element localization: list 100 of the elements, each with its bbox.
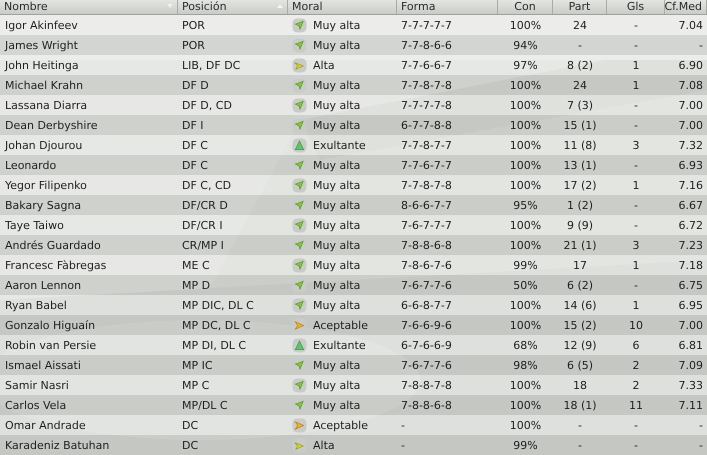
table-cell: 1 bbox=[632, 58, 640, 72]
table-row[interactable]: John Heitinga LIB, DF DC Alta 7-7-6-6-7 97% 8 (2) 1 6.90 bbox=[0, 55, 707, 75]
table-row[interactable]: Ryan Babel MP DIC, DL C Muy alta 6-6-8-7-7 100% 14 (6) 1 6.95 bbox=[0, 295, 707, 315]
table-row[interactable]: James Wright POR Muy alta 7-7-8-6-6 94% - - - bbox=[0, 35, 707, 55]
table-cell: 17 bbox=[573, 258, 587, 272]
table-cell: 24 bbox=[573, 18, 587, 32]
table-cell: 7-6-7-7-6 bbox=[401, 278, 452, 292]
table-cell: 7 (3) bbox=[566, 98, 594, 112]
table-cell: 100% bbox=[510, 318, 542, 332]
table-cell: 15 (1) bbox=[563, 118, 597, 132]
table-cell: 2 bbox=[632, 378, 640, 392]
table-cell: 6.81 bbox=[678, 338, 703, 352]
column-header[interactable]: Cf.Med bbox=[665, 0, 707, 14]
table-cell: Muy alta bbox=[313, 98, 360, 112]
table-cell: Ismael Aissati bbox=[5, 358, 81, 372]
table-cell: 7.00 bbox=[678, 318, 703, 332]
column-header[interactable]: Nombre bbox=[0, 0, 178, 14]
table-row[interactable]: Igor Akinfeev POR Muy alta 7-7-7-7-7 100% 24 - 7.04 bbox=[0, 15, 707, 35]
table-cell: 100% bbox=[510, 118, 542, 132]
table-cell: DF D bbox=[182, 78, 209, 92]
table-cell: Muy alta bbox=[313, 118, 360, 132]
table-row[interactable]: Francesc Fàbregas ME C Muy alta 7-8-6-7-6 99% 17 1 7.18 bbox=[0, 255, 707, 275]
table-cell: 6 bbox=[632, 338, 640, 352]
table-cell: 7-7-7-7-7 bbox=[401, 18, 452, 32]
table-cell: Muy alta bbox=[313, 238, 360, 252]
table-cell: - bbox=[634, 218, 638, 232]
table-cell: MP DI, DL C bbox=[182, 338, 246, 352]
table-cell: Muy alta bbox=[313, 18, 360, 32]
table-cell: 7-7-8-7-8 bbox=[401, 78, 452, 92]
column-header[interactable]: Part bbox=[553, 0, 607, 14]
table-cell: 6.67 bbox=[678, 198, 703, 212]
table-cell: Gonzalo Higuaín bbox=[5, 318, 96, 332]
table-cell: Johan Djourou bbox=[5, 138, 82, 152]
table-cell: 1 bbox=[632, 258, 640, 272]
table-row[interactable]: Samir Nasri MP C Muy alta 7-8-8-7-8 100% 18 2 7.33 bbox=[0, 375, 707, 395]
table-cell: 15 (2) bbox=[563, 318, 597, 332]
table-row[interactable]: Taye Taiwo DF/CR I Muy alta 7-6-7-7-7 100% 9 (9) - 6.72 bbox=[0, 215, 707, 235]
table-cell: 7.08 bbox=[678, 78, 703, 92]
table-cell: Andrés Guardado bbox=[5, 238, 101, 252]
table-cell: 6 (5) bbox=[566, 358, 594, 372]
table-cell: 100% bbox=[510, 238, 542, 252]
table-row[interactable]: Lassana Diarra DF D, CD Muy alta 7-7-7-7-8 100% 7 (3) - 7.00 bbox=[0, 95, 707, 115]
table-cell: Yegor Filipenko bbox=[5, 178, 87, 192]
table-cell: Leonardo bbox=[5, 158, 56, 172]
table-cell: - bbox=[578, 438, 582, 452]
table-row[interactable]: Robin van Persie MP DI, DL C Exultante 6-7-6-6-9 68% 12 (9) 6 6.81 bbox=[0, 335, 707, 355]
column-header[interactable]: Posición bbox=[178, 0, 288, 14]
table-cell: 7-6-6-9-6 bbox=[401, 318, 452, 332]
table-cell: 100% bbox=[510, 418, 542, 432]
table-cell: 100% bbox=[510, 298, 542, 312]
column-header[interactable]: Gls bbox=[607, 0, 665, 14]
column-header[interactable]: Moral bbox=[288, 0, 397, 14]
table-cell: MP C bbox=[182, 378, 210, 392]
table-cell: 100% bbox=[510, 78, 542, 92]
table-cell: 98% bbox=[513, 358, 538, 372]
table-cell: 68% bbox=[513, 338, 538, 352]
table-cell: - bbox=[634, 18, 638, 32]
table-row[interactable]: Johan Djourou DF C Exultante 7-7-8-7-7 100% 11 (8) 3 7.32 bbox=[0, 135, 707, 155]
table-cell: 99% bbox=[513, 258, 538, 272]
table-cell: 7-8-8-7-8 bbox=[401, 378, 452, 392]
table-cell: Francesc Fàbregas bbox=[5, 258, 106, 272]
table-cell: 7.33 bbox=[678, 378, 703, 392]
table-cell: - bbox=[634, 278, 638, 292]
table-cell: CR/MP I bbox=[182, 238, 224, 252]
table-cell: 7-7-6-7-7 bbox=[401, 158, 452, 172]
table-cell: 7.16 bbox=[678, 178, 703, 192]
table-cell: DF/CR D bbox=[182, 198, 228, 212]
table-cell: 7-7-8-6-6 bbox=[401, 38, 452, 52]
table-cell: - bbox=[634, 438, 638, 452]
table-cell: Samir Nasri bbox=[5, 378, 69, 392]
table-cell: James Wright bbox=[5, 38, 78, 52]
table-cell: Aceptable bbox=[313, 418, 368, 432]
column-header[interactable]: Con bbox=[498, 0, 553, 14]
table-cell: 6-7-7-8-8 bbox=[401, 118, 452, 132]
table-cell: Taye Taiwo bbox=[5, 218, 64, 232]
table-cell: 7.11 bbox=[678, 398, 703, 412]
table-cell: 7.00 bbox=[678, 98, 703, 112]
table-cell: 24 bbox=[573, 78, 587, 92]
table-cell: Ryan Babel bbox=[5, 298, 67, 312]
table-cell: Michael Krahn bbox=[5, 78, 84, 92]
column-header[interactable]: Forma bbox=[397, 0, 498, 14]
table-cell: 6.72 bbox=[678, 218, 703, 232]
table-cell: MP DC, DL C bbox=[182, 318, 251, 332]
table-cell: Aaron Lennon bbox=[5, 278, 82, 292]
table-row[interactable]: Yegor Filipenko DF C, CD Muy alta 7-7-8-7-8 100% 17 (2) 1 7.16 bbox=[0, 175, 707, 195]
table-cell: 7-7-6-6-7 bbox=[401, 58, 452, 72]
table-cell: Muy alta bbox=[313, 198, 360, 212]
table-row[interactable]: Omar Andrade DC Aceptable - 100% - - - bbox=[0, 415, 707, 435]
table-cell: 9 (9) bbox=[566, 218, 594, 232]
table-cell: - bbox=[578, 38, 582, 52]
table-cell: - bbox=[634, 98, 638, 112]
table-cell: 7.18 bbox=[678, 258, 703, 272]
table-cell: 100% bbox=[510, 98, 542, 112]
table-cell: MP/DL C bbox=[182, 398, 228, 412]
table-cell: Muy alta bbox=[313, 358, 360, 372]
table-cell: 100% bbox=[510, 158, 542, 172]
table-cell: 13 (1) bbox=[563, 158, 597, 172]
table-cell: 2 bbox=[632, 358, 640, 372]
table-cell: Muy alta bbox=[313, 158, 360, 172]
table-cell: 10 bbox=[629, 318, 643, 332]
